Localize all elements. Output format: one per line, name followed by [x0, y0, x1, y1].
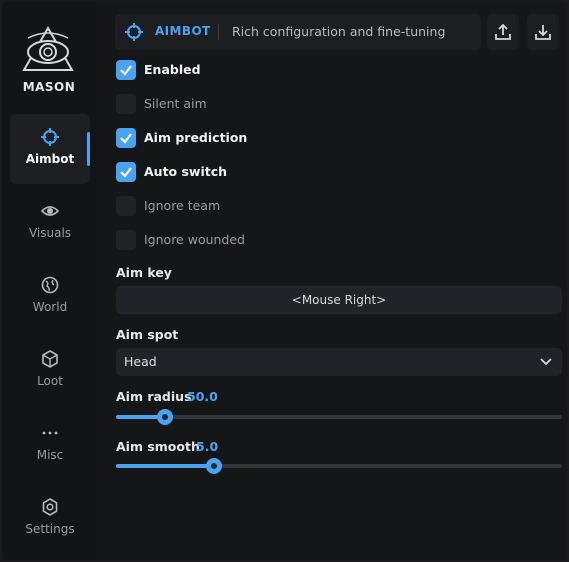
- chevron-down-icon: [540, 358, 552, 366]
- option-label: Enabled: [144, 62, 201, 77]
- checkbox[interactable]: [116, 94, 136, 114]
- download-icon: [535, 25, 551, 40]
- sidebar-item-misc[interactable]: Misc: [10, 410, 90, 480]
- slider-fill: [116, 464, 214, 468]
- page-subtitle: Rich configuration and fine-tuning: [232, 24, 446, 39]
- aim-smooth-label: Aim smooth: [116, 439, 200, 454]
- upload-icon: [495, 23, 511, 40]
- active-indicator: [87, 132, 90, 166]
- eye-icon: [41, 206, 59, 216]
- checkmark-icon: [120, 65, 132, 76]
- aim-smooth-value: 5.0: [196, 439, 219, 454]
- import-button[interactable]: [527, 14, 559, 50]
- globe-icon: [41, 276, 59, 294]
- option-label: Aim prediction: [144, 130, 248, 145]
- aim-spot-label: Aim spot: [116, 327, 179, 342]
- export-button[interactable]: [487, 14, 519, 50]
- sidebar-item-label: Misc: [36, 448, 64, 462]
- checkmark-icon: [120, 167, 132, 178]
- sidebar-item-label: World: [32, 300, 68, 314]
- sidebar-item-visuals[interactable]: Visuals: [10, 188, 90, 258]
- sidebar-item-label: Loot: [37, 374, 63, 388]
- aim-key-label: Aim key: [116, 265, 172, 280]
- aim-spot-select[interactable]: Head: [116, 348, 562, 376]
- checkbox[interactable]: [116, 128, 136, 148]
- aim-radius-value: 50.0: [187, 389, 218, 404]
- slider-handle[interactable]: [157, 409, 173, 425]
- aim-radius-slider[interactable]: [116, 409, 562, 425]
- gear-icon: [42, 498, 58, 516]
- crosshair-icon: [41, 128, 59, 146]
- checkbox[interactable]: [116, 230, 136, 250]
- aim-smooth-slider[interactable]: [116, 458, 562, 474]
- sidebar-item-world[interactable]: World: [10, 262, 90, 332]
- option-label: Auto switch: [144, 164, 228, 179]
- app-window: MASON Aimbot Visuals World Loot Misc Set…: [2, 2, 567, 560]
- option-label: Silent aim: [144, 96, 207, 111]
- sidebar-item-settings[interactable]: Settings: [10, 484, 90, 554]
- more-dots-icon: [42, 431, 58, 435]
- box-icon: [42, 350, 58, 368]
- checkmark-icon: [120, 133, 132, 144]
- slider-handle[interactable]: [206, 458, 222, 474]
- aim-spot-value: Head: [124, 354, 157, 369]
- checkbox[interactable]: [116, 196, 136, 216]
- aim-radius-label: Aim radius: [116, 389, 192, 404]
- eye-triangle-logo-icon: [22, 26, 74, 71]
- option-label: Ignore wounded: [144, 232, 245, 247]
- header-divider: [218, 24, 219, 40]
- page-title: AIMBOT: [155, 24, 211, 38]
- aim-key-binding-button[interactable]: <Mouse Right>: [116, 286, 562, 314]
- header-bar: AIMBOT Rich configuration and fine-tunin…: [115, 14, 481, 50]
- crosshair-icon: [125, 23, 143, 41]
- sidebar: MASON Aimbot Visuals World Loot Misc Set…: [2, 2, 96, 560]
- checkbox[interactable]: [116, 162, 136, 182]
- sidebar-item-label: Visuals: [28, 226, 72, 240]
- brand-name: MASON: [22, 80, 76, 94]
- sidebar-item-label: Aimbot: [25, 152, 75, 166]
- checkbox[interactable]: [116, 60, 136, 80]
- sidebar-item-label: Settings: [25, 522, 75, 536]
- sidebar-item-loot[interactable]: Loot: [10, 336, 90, 406]
- option-label: Ignore team: [144, 198, 221, 213]
- sidebar-item-aimbot[interactable]: Aimbot: [10, 114, 90, 184]
